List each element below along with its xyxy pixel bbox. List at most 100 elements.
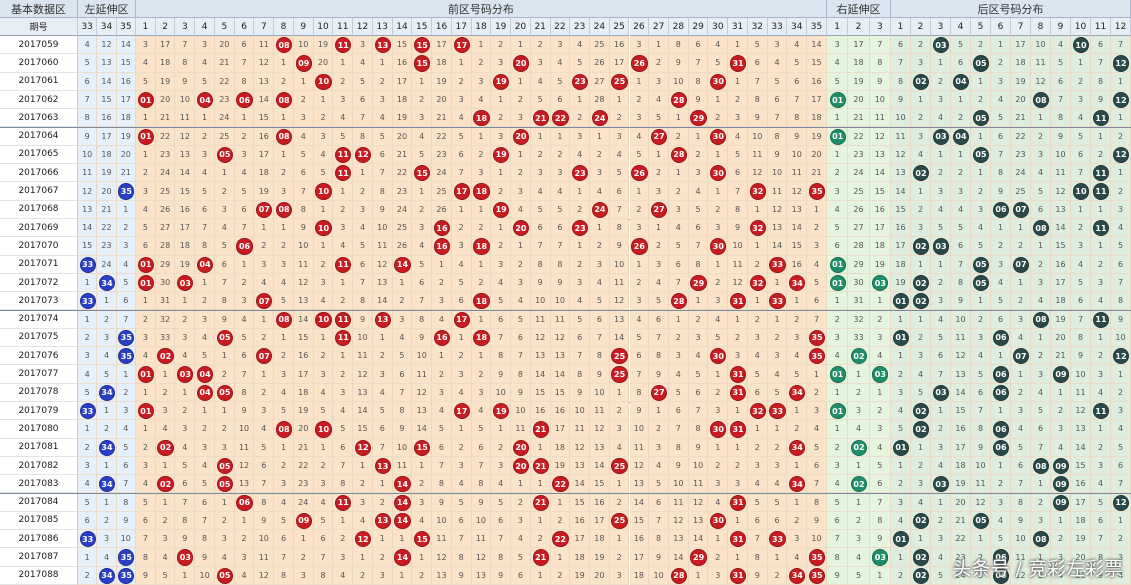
drawn-number-ball-front: 10 [315, 421, 332, 438]
cell-front: 6 [432, 438, 452, 457]
cell-front: 4 [392, 328, 413, 348]
cell-back: 1 [1111, 511, 1131, 531]
drawn-number-ball-front: 24 [591, 201, 609, 218]
col-header-left-33: 33 [78, 18, 98, 36]
cell-front: 15 [353, 420, 373, 439]
cell-front: 11 [530, 310, 551, 329]
cell-front: 2 [175, 310, 196, 329]
cell-front: 8 [175, 54, 196, 73]
cell-front: 15 [293, 328, 314, 348]
cell-front: 3 [175, 328, 196, 348]
cell-front: 18 [155, 54, 176, 73]
cell-front: 5 [136, 219, 156, 238]
cell-front: 3 [333, 90, 354, 110]
cell-back: 1 [931, 493, 951, 512]
cell-front: 9 [293, 219, 314, 238]
watermark-text: 头条号 / 竞彩左彩票 [952, 558, 1123, 580]
cell-front: 1 [590, 127, 610, 146]
col-header-left-35: 35 [116, 18, 136, 36]
cell-back: 4 [971, 219, 991, 238]
col-header-back-12: 12 [1111, 18, 1131, 36]
cell-right: 18 [848, 54, 870, 73]
cell-front: 26 [392, 237, 413, 256]
cell-front: 7 [254, 475, 275, 494]
cell-front: 12 [471, 548, 492, 567]
cell-back: 18 [1071, 511, 1091, 531]
cell-front: 2 [609, 548, 630, 567]
drawn-number-ball-back: 06 [992, 366, 1010, 383]
period-cell: 2017065 [0, 145, 78, 165]
cell-front: 8 [491, 548, 512, 567]
col-header-back-8: 8 [1031, 18, 1051, 36]
cell-front: 7 [787, 90, 808, 110]
drawn-number-ball-front: 03 [177, 366, 194, 383]
cell-left: 2 [97, 511, 117, 531]
cell-front: 4 [175, 438, 196, 457]
cell-back: 13 [1051, 200, 1071, 219]
cell-back: 21 [1051, 347, 1071, 366]
cell-right: 31 [848, 292, 870, 311]
cell-left: 1 [97, 292, 117, 311]
cell-front: 12 [728, 273, 748, 293]
cell-front: 4 [432, 402, 452, 421]
drawn-number-ball-left: 33 [79, 531, 96, 548]
cell-back: 2 [911, 456, 931, 476]
cell-front: 1 [195, 109, 215, 128]
cell-front: 2 [708, 200, 729, 219]
period-cell: 2017075 [0, 328, 78, 348]
cell-back: 7 [971, 402, 991, 421]
cell-left: 5 [116, 438, 136, 457]
cell-front: 13 [175, 145, 196, 165]
cell-front: 2 [649, 164, 669, 183]
cell-front: 1 [333, 54, 354, 73]
cell-front: 1 [511, 237, 531, 256]
cell-front: 5 [392, 347, 413, 366]
cell-back: 4 [1031, 383, 1051, 402]
cell-back: 4 [911, 365, 931, 384]
cell-front: 23 [293, 475, 314, 494]
cell-front: 2 [688, 145, 709, 165]
cell-front: 13 [353, 383, 373, 402]
cell-front: 14 [353, 402, 373, 421]
cell-back: 18 [891, 255, 911, 274]
cell-front: 6 [214, 255, 235, 274]
drawn-number-ball-front: 11 [335, 494, 352, 511]
cell-front: 4 [155, 420, 176, 439]
cell-back: 18 [1051, 292, 1071, 311]
cell-front: 5 [432, 420, 452, 439]
cell-front: 5 [353, 72, 373, 91]
cell-front: 1 [787, 456, 808, 476]
cell-back: 12 [1051, 182, 1071, 201]
cell-left: 7 [78, 90, 98, 110]
cell-left: 6 [78, 511, 98, 531]
cell-back: 19 [1011, 72, 1031, 91]
drawn-number-ball-right: 01 [829, 403, 846, 420]
cell-front: 9 [254, 511, 275, 531]
drawn-number-ball-front: 17 [453, 311, 470, 328]
cell-back: 4 [931, 109, 951, 128]
drawn-number-ball-front: 02 [157, 439, 174, 456]
cell-front: 5 [807, 438, 827, 457]
drawn-number-ball-front: 35 [808, 567, 826, 584]
drawn-number-ball-right: 01 [829, 274, 846, 292]
cell-front: 2 [570, 255, 590, 274]
cell-front: 1 [767, 420, 788, 439]
cell-back: 3 [1031, 273, 1051, 293]
cell-front: 3 [649, 255, 669, 274]
drawn-number-ball-back: 02 [912, 238, 930, 255]
cell-left: 15 [116, 54, 136, 73]
cell-front: 5 [609, 164, 630, 183]
cell-front: 3 [274, 365, 294, 384]
cell-front: 2 [274, 237, 294, 256]
cell-back: 17 [1071, 493, 1091, 512]
cell-right: 5 [827, 493, 849, 512]
col-header-front-29: 29 [688, 18, 709, 36]
cell-front: 4 [254, 273, 275, 293]
cell-back: 14 [1051, 219, 1071, 238]
cell-front: 3 [412, 493, 433, 512]
cell-front: 6 [372, 145, 393, 165]
col-header-front-14: 14 [392, 18, 413, 36]
cell-front: 6 [688, 219, 709, 238]
drawn-number-ball-front: 02 [157, 348, 174, 365]
drawn-number-ball-back: 05 [972, 256, 990, 273]
